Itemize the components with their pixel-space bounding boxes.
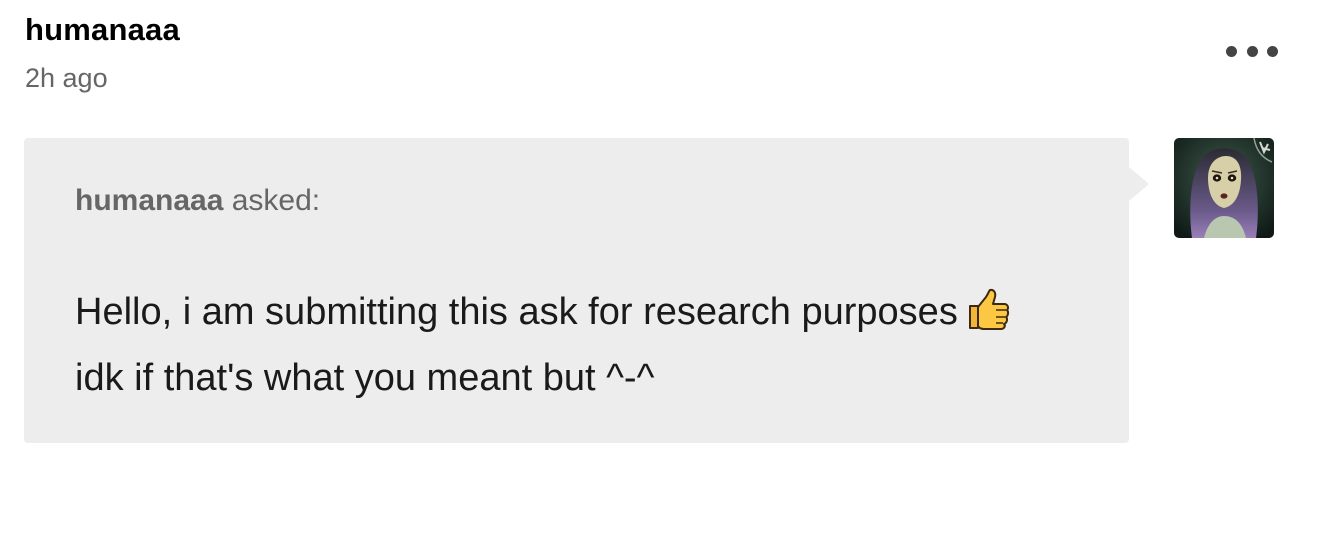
menu-dot xyxy=(1226,45,1237,57)
question-line-1: Hello, i am submitting this ask for rese… xyxy=(75,282,1115,348)
question-line-1-text: Hello, i am submitting this ask for rese… xyxy=(75,291,958,333)
menu-dot xyxy=(1267,45,1278,57)
post-timestamp[interactable]: 2h ago xyxy=(25,60,108,96)
menu-dot xyxy=(1246,45,1258,57)
asker-line: humanaaa asked: xyxy=(75,181,320,221)
asker-name[interactable]: humanaaa xyxy=(75,184,223,217)
more-options-icon[interactable] xyxy=(1226,40,1278,62)
thumbs-up-emoji-icon xyxy=(966,288,1010,348)
question-line-2: idk if that's what you meant but ^-^ xyxy=(75,357,655,399)
asker-avatar-icon[interactable] xyxy=(1174,138,1274,238)
ask-post: humanaaa 2h ago humanaaa asked: Hello, i… xyxy=(0,0,1319,544)
asked-label: asked: xyxy=(231,184,321,217)
question-text: Hello, i am submitting this ask for rese… xyxy=(75,282,1115,408)
post-username[interactable]: humanaaa xyxy=(25,10,180,50)
ask-bubble-tail xyxy=(1129,167,1149,201)
